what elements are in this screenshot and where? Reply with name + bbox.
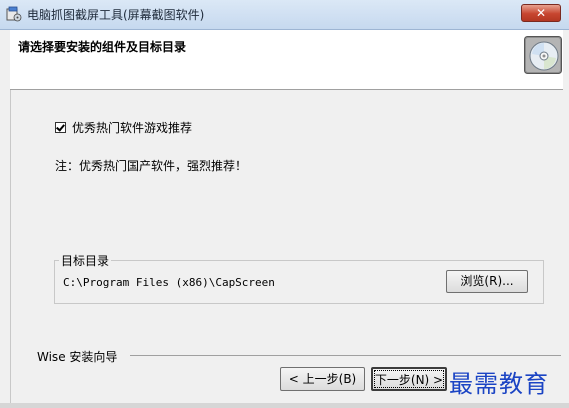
wise-wizard-label: Wise 安装向导 — [37, 350, 118, 364]
next-button[interactable]: 下一步(N) > — [371, 367, 447, 391]
footer-divider — [130, 355, 561, 356]
frame-left-border — [10, 90, 11, 408]
close-icon: ✕ — [535, 6, 547, 20]
window-title: 电脑抓图截屏工具(屏幕截图软件) — [27, 8, 205, 22]
window-bottom-edge — [0, 403, 569, 408]
installer-app-icon — [6, 6, 22, 22]
browse-button[interactable]: 浏览(R)... — [446, 270, 528, 293]
destination-path: C:\Program Files (x86)\CapScreen — [63, 276, 275, 289]
recommend-option[interactable]: 优秀热门软件游戏推荐 — [55, 119, 192, 135]
close-button[interactable]: ✕ — [521, 4, 561, 22]
destination-group-label: 目标目录 — [59, 252, 112, 269]
recommend-note: 注：优秀热门国产软件，强烈推荐！ — [55, 159, 248, 173]
recommend-label: 优秀热门软件游戏推荐 — [72, 120, 193, 135]
page-title: 请选择要安装的组件及目标目录 — [18, 40, 187, 54]
back-button[interactable]: < 上一步(B) — [280, 367, 365, 391]
recommend-checkbox[interactable] — [55, 121, 66, 133]
cd-disc-icon — [524, 36, 562, 74]
installer-window: 电脑抓图截屏工具(屏幕截图软件) ✕ 请选择要安装的组件及目标目录 优秀热门软件… — [0, 0, 569, 408]
header-panel: 请选择要安装的组件及目标目录 — [10, 30, 563, 90]
title-bar[interactable]: 电脑抓图截屏工具(屏幕截图软件) ✕ — [0, 0, 569, 30]
watermark-logo: 最需教育 — [449, 370, 549, 398]
